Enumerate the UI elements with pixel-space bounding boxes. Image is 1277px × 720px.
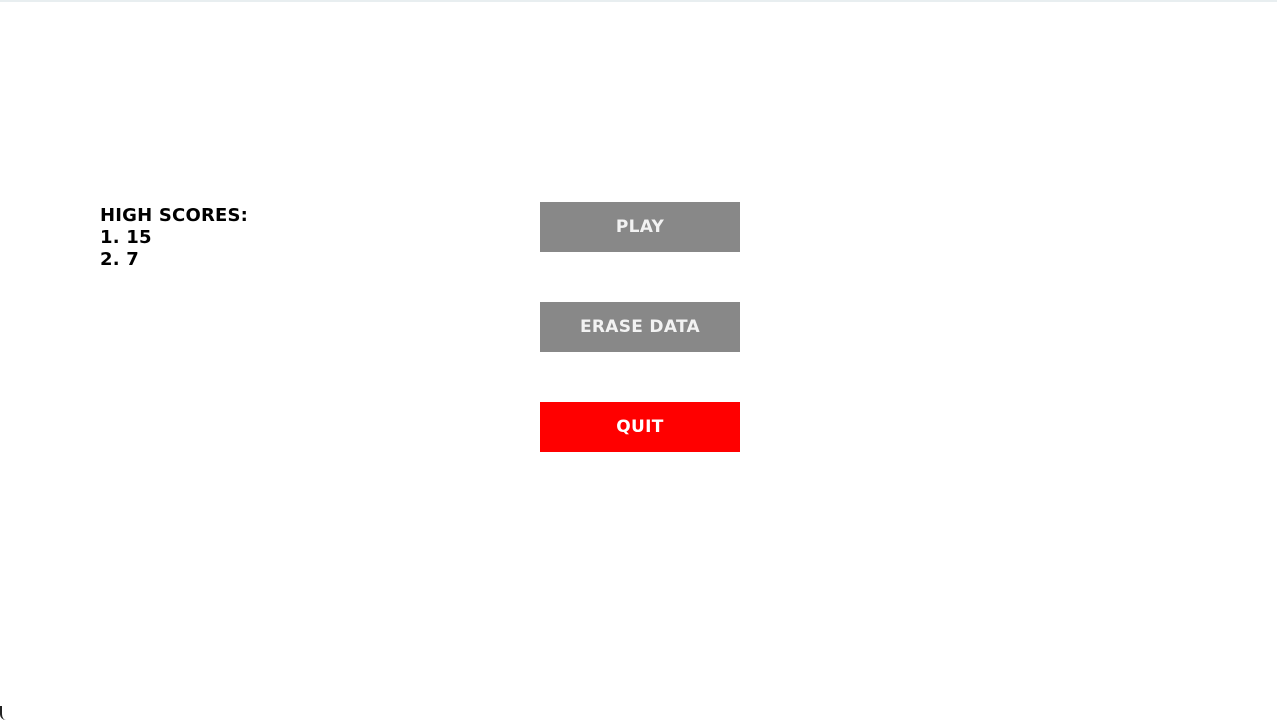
window-corner-mark bbox=[0, 706, 6, 720]
high-score-entry-2: 2. 7 bbox=[100, 249, 139, 270]
erase-data-button[interactable]: ERASE DATA bbox=[540, 302, 740, 352]
high-scores-heading: HIGH SCORES: bbox=[100, 205, 249, 226]
window-top-edge bbox=[0, 0, 1277, 2]
high-scores-panel: HIGH SCORES: 1. 15 2. 7 bbox=[100, 205, 248, 271]
high-score-entry-1: 1. 15 bbox=[100, 227, 152, 248]
play-button[interactable]: PLAY bbox=[540, 202, 740, 252]
quit-button[interactable]: QUIT bbox=[540, 402, 740, 452]
